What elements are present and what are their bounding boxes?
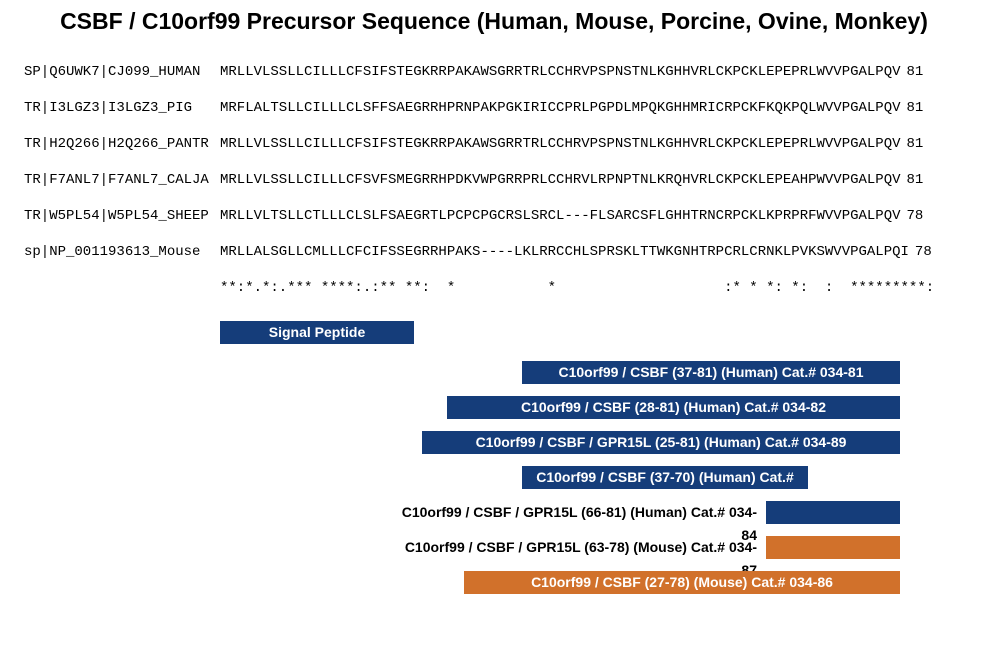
fragment-bar-034-87 xyxy=(766,536,900,559)
seq-end: 81 xyxy=(901,171,924,189)
seq-end: 81 xyxy=(901,63,924,81)
alignment-row: SP|Q6UWK7|CJ099_HUMANMRLLVLSSLLCILLLCFSI… xyxy=(24,63,988,81)
seq-id: SP|Q6UWK7|CJ099_HUMAN xyxy=(24,63,220,81)
seq-residues: MRLLVLSSLLCILLLCFSVFSMEGRRHPDKVWPGRRPRLC… xyxy=(220,171,901,189)
page-title: CSBF / C10orf99 Precursor Sequence (Huma… xyxy=(0,0,988,45)
seq-end: 78 xyxy=(909,243,932,261)
seq-id: TR|F7ANL7|F7ANL7_CALJA xyxy=(24,171,220,189)
fragment-bars: Signal Peptide C10orf99 / CSBF (37-81) (… xyxy=(0,321,988,651)
fragment-label-034-87: C10orf99 / CSBF / GPR15L (63-78) (Mouse)… xyxy=(400,536,765,559)
alignment-row: TR|H2Q266|H2Q266_PANTRMRLLVLSSLLCILLLCFS… xyxy=(24,135,988,153)
fragment-bar-034-89: C10orf99 / CSBF / GPR15L (25-81) (Human)… xyxy=(422,431,900,454)
seq-residues: MRLLVLSSLLCILLLCFSIFSTEGKRRPAKAWSGRRTRLC… xyxy=(220,63,901,81)
fragment-bar-034-84 xyxy=(766,501,900,524)
fragment-bar-034-83: C10orf99 / CSBF (37-70) (Human) Cat.# 03… xyxy=(522,466,808,489)
consensus-marks: **:*.*:.*** ****:.:** **: * * :* * *: *:… xyxy=(220,279,934,297)
consensus-row: **:*.*:.*** ****:.:** **: * * :* * *: *:… xyxy=(24,279,988,297)
alignment-row: TR|I3LGZ3|I3LGZ3_PIGMRFLALTSLLCILLLCLSFF… xyxy=(24,99,988,117)
seq-residues: MRLLALSGLLCMLLLCFCIFSSEGRRHPAKS----LKLRR… xyxy=(220,243,909,261)
seq-id: TR|I3LGZ3|I3LGZ3_PIG xyxy=(24,99,220,117)
seq-residues: MRLLVLTSLLCTLLLCLSLFSAEGRTLPCPCPGCRSLSRC… xyxy=(220,207,901,225)
alignment-row: sp|NP_001193613_MouseMRLLALSGLLCMLLLCFCI… xyxy=(24,243,988,261)
seq-residues: MRLLVLSSLLCILLLCFSIFSTEGKRRPAKAWSGRRTRLC… xyxy=(220,135,901,153)
seq-end: 81 xyxy=(901,99,924,117)
seq-id: sp|NP_001193613_Mouse xyxy=(24,243,220,261)
fragment-bar-034-86: C10orf99 / CSBF (27-78) (Mouse) Cat.# 03… xyxy=(464,571,900,594)
signal-peptide-bar: Signal Peptide xyxy=(220,321,414,344)
fragment-bar-034-81: C10orf99 / CSBF (37-81) (Human) Cat.# 03… xyxy=(522,361,900,384)
seq-end: 81 xyxy=(901,135,924,153)
alignment-row: TR|F7ANL7|F7ANL7_CALJAMRLLVLSSLLCILLLCFS… xyxy=(24,171,988,189)
seq-residues: MRFLALTSLLCILLLCLSFFSAEGRRHPRNPAKPGKIRIC… xyxy=(220,99,901,117)
seq-id: TR|H2Q266|H2Q266_PANTR xyxy=(24,135,220,153)
seq-id: TR|W5PL54|W5PL54_SHEEP xyxy=(24,207,220,225)
alignment-row: TR|W5PL54|W5PL54_SHEEPMRLLVLTSLLCTLLLCLS… xyxy=(24,207,988,225)
fragment-bar-034-82: C10orf99 / CSBF (28-81) (Human) Cat.# 03… xyxy=(447,396,900,419)
fragment-label-034-84: C10orf99 / CSBF / GPR15L (66-81) (Human)… xyxy=(400,501,765,524)
seq-end: 78 xyxy=(901,207,924,225)
sequence-alignment: SP|Q6UWK7|CJ099_HUMANMRLLVLSSLLCILLLCFSI… xyxy=(0,45,988,315)
